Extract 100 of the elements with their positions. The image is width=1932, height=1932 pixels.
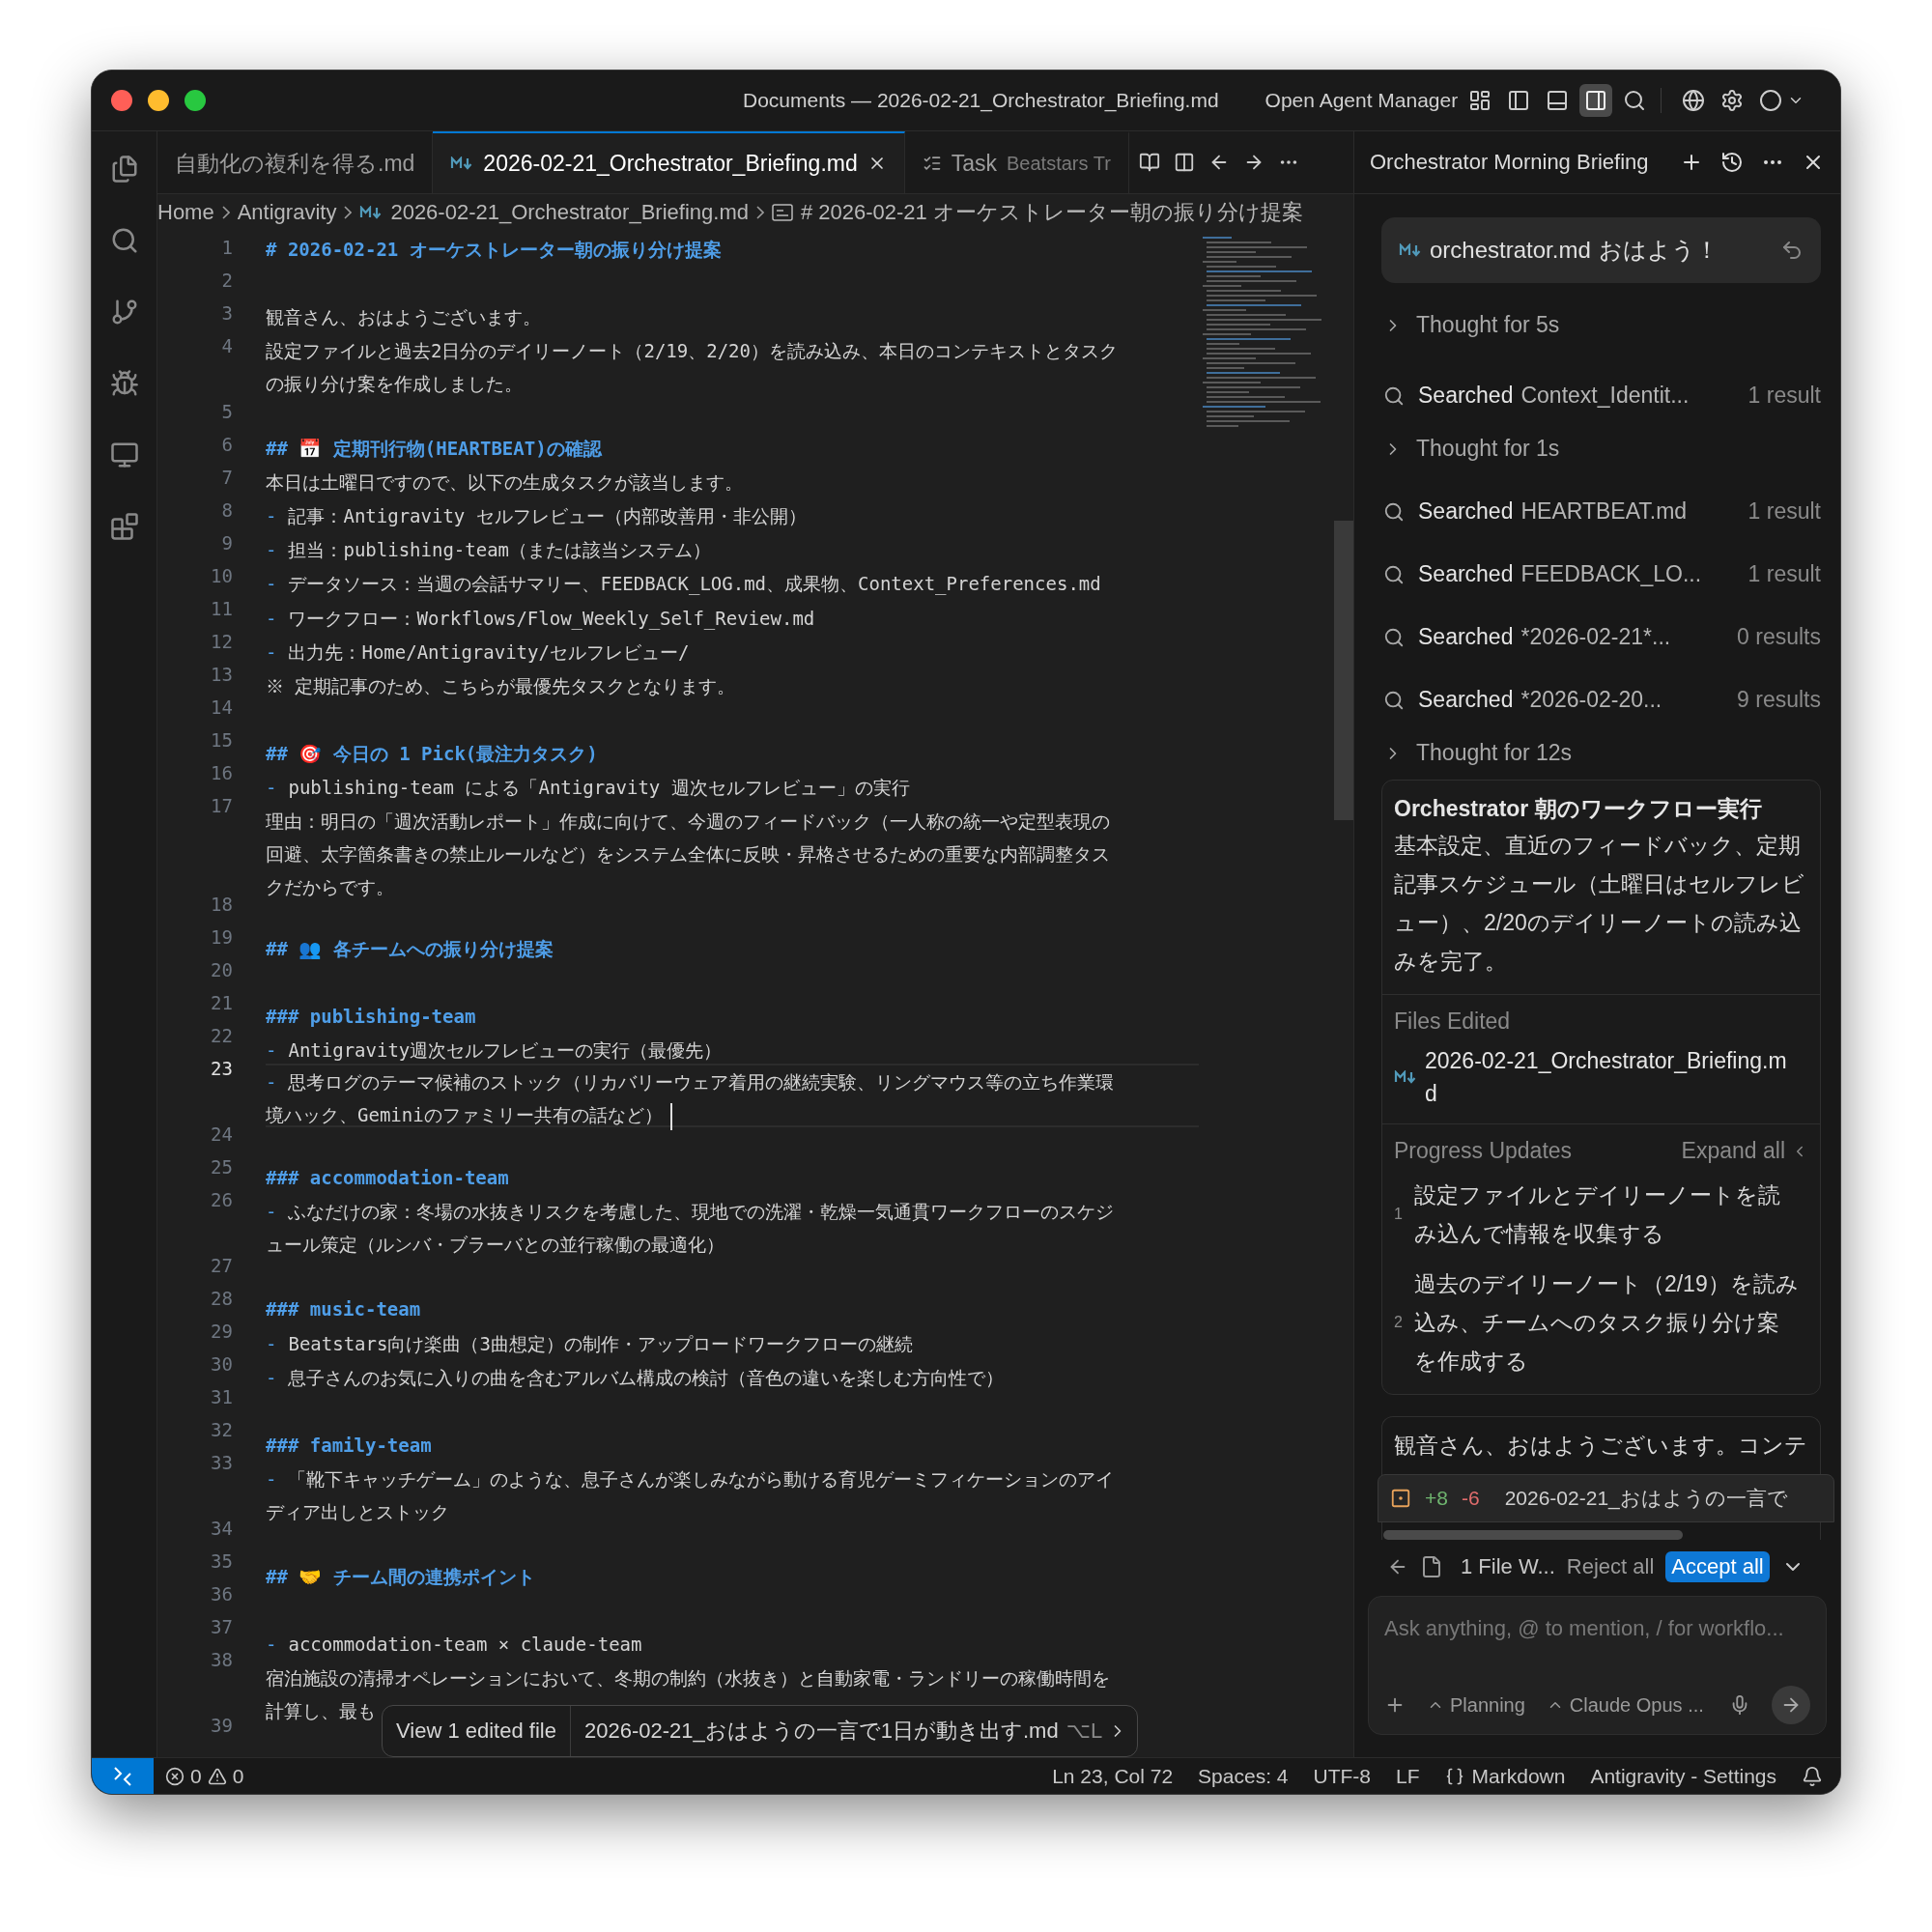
step-text: 設定ファイルとデイリーノートを読み込んで情報を収集する	[1413, 1181, 1781, 1248]
code-text: ディア出しとストック	[266, 1500, 449, 1522]
step-number: 1	[1394, 1206, 1403, 1223]
list-marker: -	[266, 640, 277, 663]
list-marker: -	[266, 1366, 277, 1388]
split-editor-icon[interactable]	[1173, 152, 1195, 173]
symbol-icon	[771, 204, 793, 221]
list-marker: -	[266, 1633, 277, 1655]
list-marker: -	[266, 1071, 277, 1094]
send-button[interactable]	[1772, 1686, 1810, 1724]
line-number: 27	[211, 1254, 233, 1278]
code-text: accommodation-team × claude-team	[288, 1633, 642, 1655]
code-text: ュール策定（ルンバ・ブラーバとの並行稼働の最適化）	[266, 1234, 724, 1256]
accept-all-button[interactable]: Accept all	[1665, 1551, 1770, 1582]
code-text: Antigravity週次セルフレビューの実行（最優先）	[288, 1039, 723, 1062]
line-number: 14	[211, 696, 233, 720]
source-control-icon[interactable]	[109, 298, 139, 327]
line-number: 30	[211, 1352, 233, 1377]
warning-count: 0	[232, 1764, 244, 1788]
editor-tab[interactable]: 2026-02-21_Orchestrator_Briefing.md	[433, 131, 905, 193]
code-text: publishing-team による「Antigravity 週次セルフレビュー」の実行	[288, 776, 910, 798]
line-ending[interactable]: LF	[1396, 1764, 1420, 1788]
line-number: 28	[211, 1287, 233, 1311]
code-text: 担当：publishing-team（または該当システム）	[288, 539, 712, 561]
code-text: の振り分け案を作成しました。	[266, 373, 523, 395]
result-count: 1 result	[1747, 498, 1821, 525]
chat-input[interactable]: Ask anything, @ to mention, / for workflo... Planning Claude Opus ...	[1368, 1596, 1827, 1735]
search-query: Context_Identit...	[1520, 383, 1690, 409]
result-count: 1 result	[1747, 383, 1821, 409]
search-query: *2026-02-21*...	[1520, 624, 1672, 650]
prompt-text: おはよう！	[1598, 236, 1719, 265]
cursor-position[interactable]: Ln 23, Col 72	[1052, 1764, 1174, 1788]
list-marker: -	[266, 573, 277, 595]
extensions-icon[interactable]	[109, 512, 139, 541]
line-number: 39	[211, 1714, 233, 1738]
line-number: 12	[211, 630, 233, 654]
breadcrumb-item[interactable]: 2026-02-21_Orchestrator_Briefing.md	[390, 200, 749, 225]
preview-icon[interactable]	[1138, 152, 1160, 173]
line-number: 37	[211, 1615, 233, 1639]
line-number: 36	[211, 1582, 233, 1606]
minimize-window-button[interactable]	[148, 90, 169, 111]
line-number: 38	[211, 1648, 233, 1672]
files-summary[interactable]: 1 File W...	[1461, 1554, 1555, 1579]
scrollbar-thumb[interactable]	[1383, 1530, 1683, 1540]
file-mention[interactable]: orchestrator.md	[1430, 237, 1591, 264]
indentation[interactable]: Spaces: 4	[1198, 1764, 1289, 1788]
line-number: 16	[211, 761, 233, 785]
search-icon	[1383, 500, 1405, 523]
heading-text: ## 🤝 チーム間の連携ポイント	[266, 1565, 535, 1587]
line-number: 32	[211, 1418, 233, 1442]
text-cursor	[669, 1102, 672, 1130]
markdown-icon	[1394, 1070, 1417, 1084]
list-marker: -	[266, 505, 277, 527]
remote-button[interactable]	[92, 1758, 154, 1794]
secondary-sidebar-icon[interactable]	[1579, 84, 1613, 117]
thought-toggle[interactable]: Thought for 5s	[1416, 312, 1560, 338]
checklist-icon	[922, 154, 942, 173]
code-text: ※ 定期記事のため、こちらが最優先タスクとなります。	[266, 674, 736, 696]
section-heading: Files Edited	[1394, 1009, 1511, 1034]
language-mode[interactable]: Markdown	[1471, 1764, 1566, 1788]
history-icon[interactable]	[1720, 151, 1744, 174]
thought-toggle[interactable]: Thought for 12s	[1416, 740, 1573, 766]
error-icon	[165, 1766, 185, 1786]
scrollbar-thumb[interactable]	[1334, 521, 1353, 820]
debug-icon[interactable]	[109, 369, 139, 398]
line-number: 22	[211, 1024, 233, 1048]
result-count: 9 results	[1737, 687, 1821, 713]
edited-file-popup[interactable]: View 1 edited file 2026-02-21_おはようの一言で1日が動き出す.md ⌥L	[382, 1705, 1139, 1757]
breadcrumb-item[interactable]: # 2026-02-21 オーケストレーター朝の振り分け提案	[800, 198, 1303, 227]
window-title: Documents — 2026-02-21_Orchestrator_Briefing.md	[743, 89, 1219, 112]
line-number: 31	[211, 1385, 233, 1409]
problems-indicator[interactable]: 0 0	[165, 1764, 244, 1788]
thought-toggle[interactable]: Thought for 1s	[1416, 436, 1560, 462]
search-icon	[1383, 626, 1405, 648]
agent-manager-button[interactable]: Open Agent Manager	[1264, 89, 1459, 112]
close-window-button[interactable]	[111, 90, 132, 111]
undo-icon[interactable]	[1780, 239, 1804, 262]
file-change-bar[interactable]: +8 -6 2026-02-21_おはようの一言で	[1378, 1474, 1834, 1522]
search-label: Searched	[1418, 498, 1514, 525]
breadcrumb-item[interactable]: Home	[157, 200, 214, 225]
bell-icon[interactable]	[1802, 1765, 1823, 1787]
breadcrumb-item[interactable]: Antigravity	[237, 200, 337, 225]
heading-text: ### music-team	[266, 1298, 421, 1321]
expand-all-button[interactable]: Expand all	[1681, 1138, 1808, 1164]
mode-selector[interactable]: Planning	[1427, 1693, 1525, 1717]
error-count: 0	[190, 1764, 202, 1788]
line-number: 9	[221, 531, 233, 555]
file-icon	[1420, 1555, 1443, 1578]
heading-text: ### family-team	[266, 1434, 432, 1456]
model-selector[interactable]: Claude Opus ...	[1546, 1693, 1704, 1717]
zoom-window-button[interactable]	[185, 90, 206, 111]
settings-link[interactable]: Antigravity - Settings	[1590, 1764, 1776, 1788]
line-number: 23	[211, 1057, 233, 1081]
list-marker: -	[266, 1332, 277, 1354]
reject-all-button[interactable]: Reject all	[1566, 1554, 1655, 1579]
remote-explorer-icon[interactable]	[109, 440, 139, 469]
heading-text: # 2026-02-21 オーケストレーター朝の振り分け提案	[266, 239, 722, 260]
edited-file-link[interactable]: 2026-02-21_Orchestrator_Briefing.md	[1425, 1044, 1799, 1110]
removed-lines-count: -6	[1461, 1487, 1480, 1510]
encoding[interactable]: UTF-8	[1313, 1764, 1371, 1788]
